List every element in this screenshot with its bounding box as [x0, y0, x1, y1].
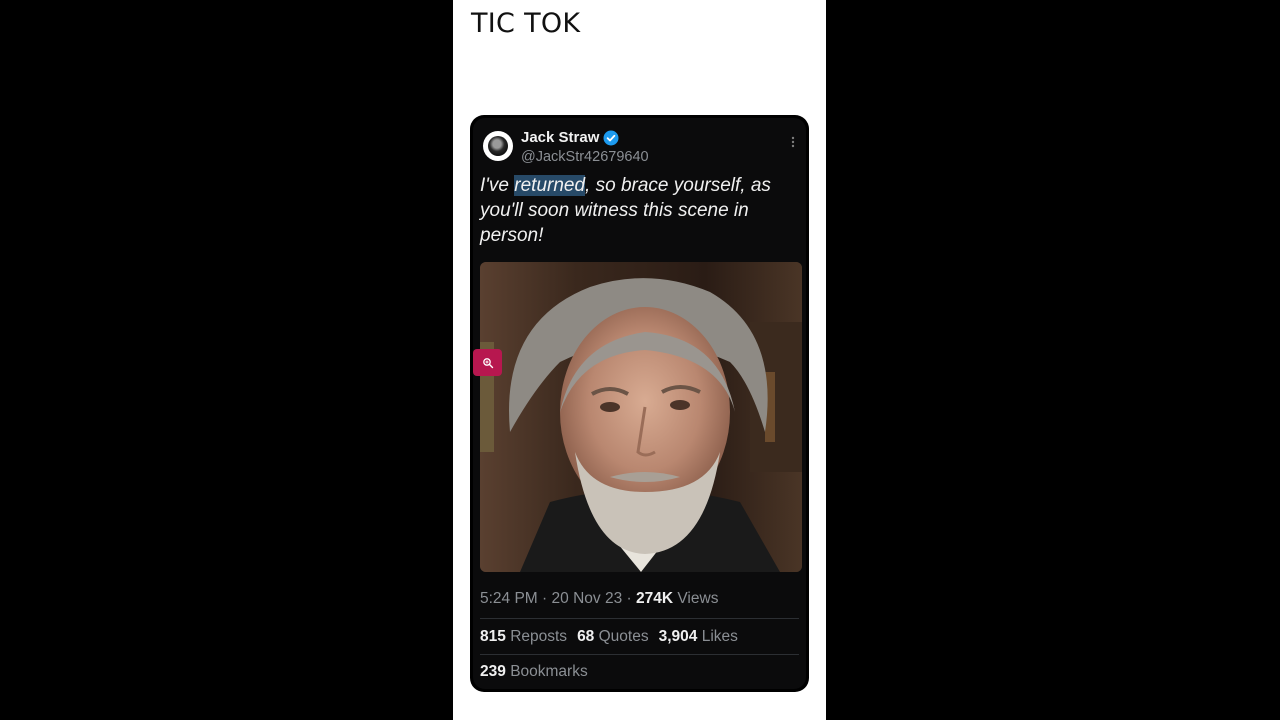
author-handle[interactable]: @JackStr42679640 — [521, 149, 649, 165]
reposts-stat[interactable]: 815 Reposts — [480, 628, 567, 646]
tweet-text: I've returned, so brace yourself, as you… — [480, 173, 800, 248]
meta-separator: · — [542, 590, 548, 607]
tweet-photo[interactable] — [480, 262, 802, 572]
quotes-count: 68 — [577, 628, 595, 645]
tweet-time[interactable]: 5:24 PM — [480, 590, 538, 607]
tweet-date[interactable]: 20 Nov 23 — [552, 590, 623, 607]
likes-count: 3,904 — [658, 628, 698, 645]
zoom-in-icon[interactable] — [473, 349, 502, 376]
tweet-card-body: Jack Straw @JackStr42679640 I've returne… — [473, 118, 806, 689]
tweet-meta: 5:24 PM · 20 Nov 23 · 274K Views — [480, 590, 718, 608]
more-options-icon[interactable] — [788, 136, 798, 150]
bookmarks-label: Bookmarks — [510, 663, 588, 680]
tweet-text-start: I've — [480, 175, 515, 196]
author-row: Jack Straw — [521, 129, 619, 146]
quotes-stat[interactable]: 68 Quotes — [577, 628, 649, 646]
tweet-screenshot-card: Jack Straw @JackStr42679640 I've returne… — [470, 115, 809, 692]
likes-label: Likes — [701, 628, 738, 645]
author-name[interactable]: Jack Straw — [521, 129, 599, 146]
reposts-label: Reposts — [510, 628, 568, 645]
bookmarks-count: 239 — [480, 663, 506, 680]
bookmarks-stat[interactable]: 239 Bookmarks — [480, 663, 588, 681]
page-title: TIC TOK — [471, 8, 581, 39]
content-panel: TIC TOK Jack Straw @JackStr42679640 I've… — [453, 0, 826, 720]
likes-stat[interactable]: 3,904 Likes — [659, 628, 738, 646]
verified-badge-icon — [603, 130, 619, 146]
views-label: Views — [677, 590, 719, 607]
avatar-image — [488, 136, 508, 156]
divider — [480, 618, 799, 619]
engagement-stats: 815 Reposts 68 Quotes 3,904 Likes — [480, 628, 738, 646]
views-count: 274K — [636, 590, 674, 607]
divider — [480, 654, 799, 655]
reposts-count: 815 — [480, 628, 506, 645]
meta-separator: · — [626, 590, 632, 607]
avatar[interactable] — [483, 131, 513, 161]
quotes-label: Quotes — [598, 628, 649, 645]
tweet-text-highlight: returned — [514, 175, 586, 196]
